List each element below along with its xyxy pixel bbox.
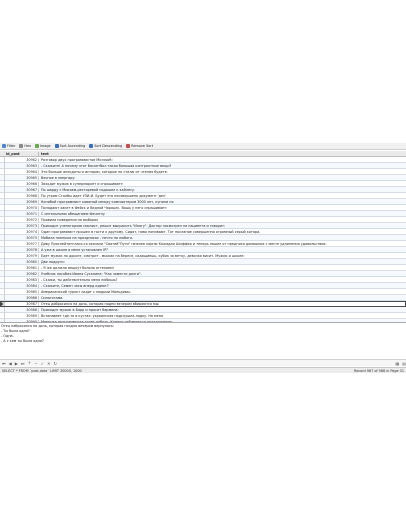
form-view-icon[interactable]: ▤ [402, 361, 406, 366]
cell-id[interactable]: 30968 [5, 193, 39, 198]
cancel-icon[interactable]: ✕ [47, 361, 50, 366]
cell-id[interactable]: 30981 [5, 265, 39, 270]
cell-text[interactable]: Разговор двух программистов Microsoft: [39, 158, 406, 162]
cell-id[interactable]: 30980 [5, 259, 39, 264]
cell-text[interactable]: Правила поведения на выборах [39, 218, 406, 222]
remove-sort-icon [126, 144, 131, 148]
cell-text[interactable]: По утрам Столбы идет УЗИ-И. Будет это не… [39, 194, 406, 198]
cell-text[interactable]: Две подруги: [39, 260, 406, 264]
cell-text[interactable]: Мобила поплыла на праздниках - нечто на … [39, 236, 406, 240]
cell-id[interactable]: 30974 [5, 229, 39, 234]
column-header-id[interactable]: id_post [5, 151, 39, 156]
cell-id[interactable]: 30986 [5, 295, 39, 300]
cell-id[interactable]: 30988 [5, 307, 39, 312]
sort-ascending-icon [54, 144, 59, 148]
cell-id[interactable]: 30987 [5, 301, 39, 306]
cell-id[interactable]: 30967 [5, 187, 39, 192]
cell-text[interactable]: Вечное в энергару: [39, 176, 406, 180]
remove-sort-button[interactable]: Remove Sort [126, 144, 153, 148]
cell-id[interactable]: 30972 [5, 217, 39, 222]
last-record-icon[interactable]: ⏭ [21, 361, 25, 366]
refresh-icon[interactable]: ↻ [53, 361, 56, 366]
sort-descending-label: Sort Descending [94, 144, 123, 148]
status-query: SELECT * FROM `post.data` LIMIT 30000, 1… [2, 368, 82, 373]
data-grid: id_post text 30962 Разговор двух программ… [0, 151, 406, 323]
cell-text[interactable]: Это больше анекдоты и истории, которые п… [39, 170, 406, 174]
cell-text[interactable]: Копибой программист кованый между компью… [39, 200, 406, 204]
sort-descending-icon [89, 144, 94, 148]
cell-text[interactable]: Попадают хакет в Фейск и Ведной Чорацес.… [39, 206, 406, 210]
cell-text[interactable]: Заходит мужик в супермаркет и спрашивает… [39, 182, 406, 186]
filter-label: Filter [7, 144, 16, 148]
image-icon [35, 144, 39, 148]
cell-text[interactable]: Приходит мужик в Барр и просит бармена: [39, 308, 406, 312]
status-bar: SELECT * FROM `post.data` LIMIT 30000, 1… [0, 367, 406, 373]
cell-id[interactable]: 30969 [5, 199, 39, 204]
confirm-icon[interactable]: ✓ [41, 361, 44, 366]
grid-toolbar: Filter Hex Image Sort Ascending Sort Des… [0, 143, 406, 150]
remove-sort-label: Remove Sort [131, 144, 154, 148]
record-detail-text[interactable]: Отец набросился на дочь, которая поздно … [1, 324, 405, 354]
cell-id[interactable]: 30965 [5, 175, 39, 180]
cell-id[interactable]: 30985 [5, 289, 39, 294]
cell-text[interactable]: Диву Приснейтенглася-ся оказали "Святей"… [39, 242, 406, 246]
grid-view-icon[interactable]: ▦ [395, 361, 399, 366]
sort-ascending-label: Sort Ascending [59, 144, 86, 148]
cell-id[interactable]: 30973 [5, 223, 39, 228]
cell-id[interactable]: 30982 [5, 271, 39, 276]
cell-id[interactable]: 30971 [5, 211, 39, 216]
cell-text[interactable]: Один программист прошел в гости к другом… [39, 230, 406, 234]
cell-text[interactable]: По шарду с Микоем-ресторевой подошел к х… [39, 188, 406, 192]
cell-id[interactable]: 30977 [5, 241, 39, 246]
cell-text[interactable]: - Скажите, Семен часы вперд идиют? [39, 284, 406, 288]
cell-text[interactable]: А уже в школе в мене установлен IP? [39, 248, 406, 252]
cell-text[interactable]: Американский турист сидит с людьми Мальд… [39, 290, 406, 294]
delete-record-icon[interactable]: − [34, 361, 37, 366]
cell-text[interactable]: - Я же должна вешкут больно огтекаем! [39, 266, 406, 270]
cell-id[interactable]: 30962 [5, 157, 39, 162]
cell-id[interactable]: 30964 [5, 169, 39, 174]
status-record: Record 987 of 988 in Page 31 [353, 368, 404, 373]
cell-text[interactable]: Отец добросился на дочь, которая подни в… [39, 302, 406, 306]
cell-id[interactable]: 30978 [5, 247, 39, 252]
cell-text[interactable]: - Скажи, ты действительно меня любишь? [39, 278, 406, 282]
cell-text[interactable]: Приходит ученогорхов смолист, решит выкр… [39, 224, 406, 228]
filter-button[interactable]: Filter [2, 144, 15, 148]
first-record-icon[interactable]: ⏮ [2, 361, 6, 366]
column-header-text[interactable]: text [39, 152, 406, 156]
cell-text[interactable]: Мамочка программиста хочет работу. Кренн… [39, 320, 406, 323]
record-navigator: ⏮ ◀ ▶ ⏭ ＋ − ✓ ✕ ↻ ▦ ▤ [0, 359, 406, 366]
cell-id[interactable]: 30975 [5, 235, 39, 240]
prev-record-icon[interactable]: ◀ [9, 361, 12, 366]
hex-button[interactable]: Hex [19, 144, 31, 148]
add-record-icon[interactable]: ＋ [27, 360, 31, 366]
cell-id[interactable]: 30990 [5, 319, 39, 322]
cell-id[interactable]: 30983 [5, 277, 39, 282]
hex-label: Hex [24, 144, 31, 148]
cell-id[interactable]: 30963 [5, 163, 39, 168]
cell-text[interactable]: С интельными обещанием Фачитну [39, 212, 406, 216]
hex-icon [19, 144, 24, 148]
image-label: Image [40, 144, 51, 148]
table-row[interactable]: 30990 Мамочка программиста хочет работу. … [0, 318, 406, 323]
grid-rows: 30962 Разговор двух программистов Microso… [0, 156, 406, 323]
sort-ascending-button[interactable]: Sort Ascending [54, 144, 86, 148]
filter-icon [2, 144, 6, 148]
cell-text[interactable]: - Скажите! А почему этот баскетбол такая… [39, 164, 406, 168]
cell-id[interactable]: 30989 [5, 313, 39, 318]
sort-descending-button[interactable]: Sort Descending [89, 144, 122, 148]
image-button[interactable]: Image [35, 144, 51, 148]
cell-id[interactable]: 30984 [5, 283, 39, 288]
cell-text[interactable]: Синагогами. [39, 296, 406, 300]
cell-text[interactable]: Встанавает где-то в кустах: украинская п… [39, 314, 406, 318]
cell-id[interactable]: 30979 [5, 253, 39, 258]
cell-text[interactable]: Едет мужик по дороге, смотрит - мыжик на… [39, 254, 406, 258]
cell-text[interactable]: Учебник пособия Ивана Сусанина: "Как зам… [39, 272, 406, 276]
cell-id[interactable]: 30966 [5, 181, 39, 186]
next-record-icon[interactable]: ▶ [15, 361, 18, 366]
cell-id[interactable]: 30970 [5, 205, 39, 210]
